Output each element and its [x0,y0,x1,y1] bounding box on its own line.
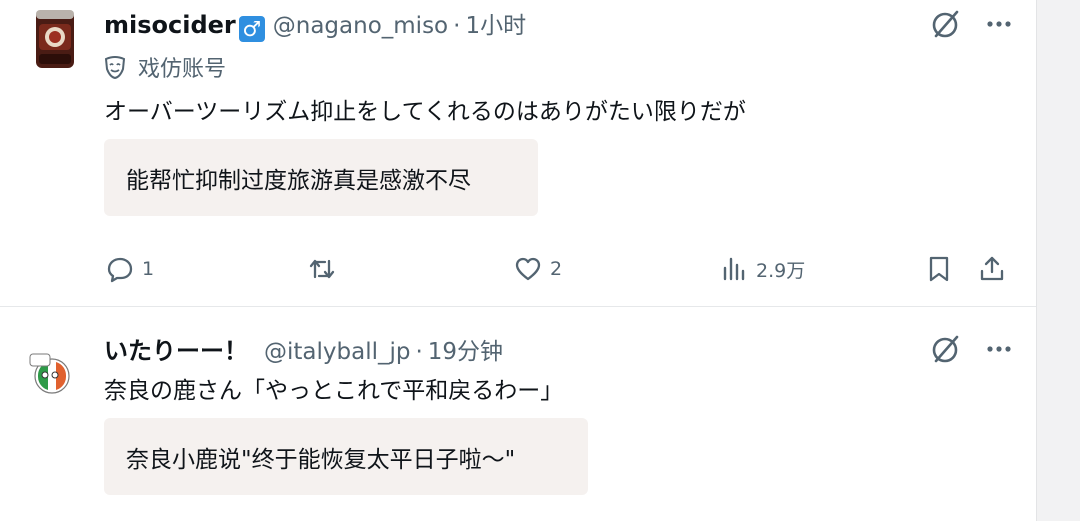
parody-mask-icon [104,56,126,79]
grok-slash-circle-icon[interactable] [930,333,962,365]
tweet-corner-actions [930,333,1014,365]
share-button[interactable] [978,255,1006,283]
more-dots-icon[interactable] [984,334,1014,364]
reply-button[interactable]: 1 [106,255,154,283]
gender-badge-icon: ♂ [238,16,265,42]
separator-dot: · [415,339,423,365]
tweet-corner-actions [930,8,1014,40]
translation-box: 奈良小鹿说"终于能恢复太平日子啦～" [104,418,588,495]
timestamp[interactable]: 19分钟 [428,332,503,366]
avatar[interactable] [30,8,80,70]
user-handle[interactable]: @nagano_miso [273,13,448,39]
share-upload-icon [980,256,1004,281]
reply-count: 1 [142,258,155,280]
timeline-panel: misocider ♂ @nagano_miso · 1小时 戏仿账号 オーバー… [0,0,1036,521]
heart-icon [515,257,541,281]
views-count: 2.9万 [756,259,806,282]
retweet-arrows-icon [309,259,335,279]
bookmark-button[interactable] [925,255,953,283]
bookmark-icon [929,256,949,282]
tweet-text: オーバーツーリズム抑止をしてくれるのはありがたい限りだが [104,99,746,125]
translation-text: 奈良小鹿说"终于能恢复太平日子啦～" [126,446,516,473]
display-name[interactable]: いたりーー！ [104,331,248,366]
tweet-card[interactable]: misocider ♂ @nagano_miso · 1小时 戏仿账号 オーバー… [0,0,1036,307]
reply-bubble-icon [107,257,133,283]
parody-label-text: 戏仿账号 [138,57,227,82]
like-button[interactable]: 2 [514,255,562,283]
tweet-header: いたりーー！ @italyball_jp · 19分钟 [104,331,503,366]
more-dots-icon[interactable] [984,9,1014,39]
translation-box: 能帮忙抑制过度旅游真是感激不尽 [104,139,538,216]
grok-slash-circle-icon[interactable] [930,8,962,40]
separator-dot: · [453,13,461,39]
panel-divider [1036,0,1037,521]
tweet-header: misocider ♂ @nagano_miso · 1小时 [104,6,526,42]
user-handle[interactable]: @italyball_jp [264,339,410,365]
retweet-button[interactable] [308,255,344,283]
parody-label: 戏仿账号 [104,51,226,83]
avatar[interactable] [28,350,76,398]
like-count: 2 [550,258,563,280]
tweet-action-bar: 1 2 2.9万 [0,255,1036,287]
timestamp[interactable]: 1小时 [465,6,526,40]
translation-text: 能帮忙抑制过度旅游真是感激不尽 [126,167,471,194]
tweet-text: 奈良の鹿さん「やっとこれで平和戻るわー」 [104,378,564,404]
display-name[interactable]: misocider [104,11,236,39]
views-button[interactable]: 2.9万 [720,255,805,283]
views-bar-icon [723,257,745,281]
